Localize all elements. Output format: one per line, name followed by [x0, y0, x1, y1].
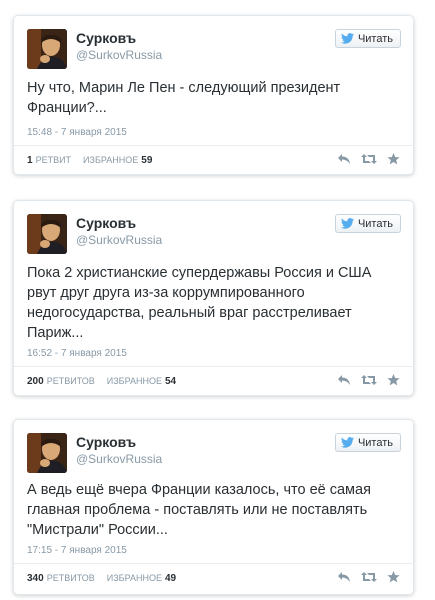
tweet-stats: 340 ретвитов избранное 49: [27, 573, 176, 584]
follow-label: Читать: [357, 436, 393, 449]
favorite-star-icon[interactable]: [387, 153, 400, 165]
avatar-image: [27, 29, 67, 69]
follow-label: Читать: [357, 217, 393, 230]
author-handle[interactable]: @SurkovRussia: [76, 452, 162, 466]
favorites-label: избранное: [83, 155, 139, 165]
follow-label: Читать: [357, 32, 393, 45]
divider: [14, 145, 413, 146]
tweet-text: Пока 2 христианские супердержавы Россия …: [27, 265, 372, 341]
retweet-label: ретвитов: [46, 573, 95, 583]
follow-button[interactable]: Читать: [334, 214, 401, 233]
avatar-image: [27, 433, 67, 473]
retweet-count[interactable]: 340: [27, 573, 44, 584]
favorites-count[interactable]: 49: [165, 573, 176, 584]
follow-button[interactable]: Читать: [334, 29, 401, 48]
retweet-label: ретвитов: [46, 376, 95, 386]
twitter-bird-icon: [340, 437, 354, 448]
retweet-icon[interactable]: [361, 374, 377, 386]
tweet-card: Сурковъ @SurkovRussia Читать А ведь ещё …: [13, 419, 414, 595]
tweet-card: Сурковъ @SurkovRussia Читать Ну что, Мар…: [13, 15, 414, 175]
avatar[interactable]: [27, 214, 67, 254]
favorite-star-icon[interactable]: [387, 571, 400, 583]
tweet-timestamp[interactable]: 17:15 - 7 января 2015: [27, 545, 127, 556]
reply-icon[interactable]: [337, 374, 351, 386]
tweet-card: Сурковъ @SurkovRussia Читать Пока 2 хрис…: [13, 200, 414, 396]
twitter-bird-icon: [340, 218, 354, 229]
tweet-text: А ведь ещё вчера Франции казалось, что е…: [27, 482, 371, 538]
divider: [14, 563, 413, 564]
retweet-label: ретвит: [35, 155, 72, 165]
favorite-star-icon[interactable]: [387, 374, 400, 386]
tweet-timestamp[interactable]: 15:48 - 7 января 2015: [27, 127, 127, 138]
retweet-icon[interactable]: [361, 153, 377, 165]
favorites-label: избранное: [106, 376, 162, 386]
reply-icon[interactable]: [337, 571, 351, 583]
author-name[interactable]: Сурковъ: [76, 215, 136, 231]
divider: [14, 366, 413, 367]
tweet-actions: [337, 374, 400, 386]
avatar[interactable]: [27, 433, 67, 473]
author-handle[interactable]: @SurkovRussia: [76, 48, 162, 62]
retweet-count[interactable]: 1: [27, 155, 33, 166]
favorites-count[interactable]: 54: [165, 376, 176, 387]
author-name[interactable]: Сурковъ: [76, 434, 136, 450]
tweet-actions: [337, 571, 400, 583]
tweet-timestamp[interactable]: 16:52 - 7 января 2015: [27, 348, 127, 359]
tweet-stats: 200 ретвитов избранное 54: [27, 376, 176, 387]
retweet-count[interactable]: 200: [27, 376, 44, 387]
follow-button[interactable]: Читать: [334, 433, 401, 452]
avatar-image: [27, 214, 67, 254]
favorites-count[interactable]: 59: [141, 155, 152, 166]
reply-icon[interactable]: [337, 153, 351, 165]
twitter-bird-icon: [340, 33, 354, 44]
avatar[interactable]: [27, 29, 67, 69]
favorites-label: избранное: [106, 573, 162, 583]
retweet-icon[interactable]: [361, 571, 377, 583]
author-name[interactable]: Сурковъ: [76, 30, 136, 46]
author-handle[interactable]: @SurkovRussia: [76, 233, 162, 247]
tweet-text: Ну что, Марин Ле Пен - следующий президе…: [27, 80, 341, 116]
tweet-stats: 1 ретвит избранное 59: [27, 155, 152, 166]
tweet-actions: [337, 153, 400, 165]
